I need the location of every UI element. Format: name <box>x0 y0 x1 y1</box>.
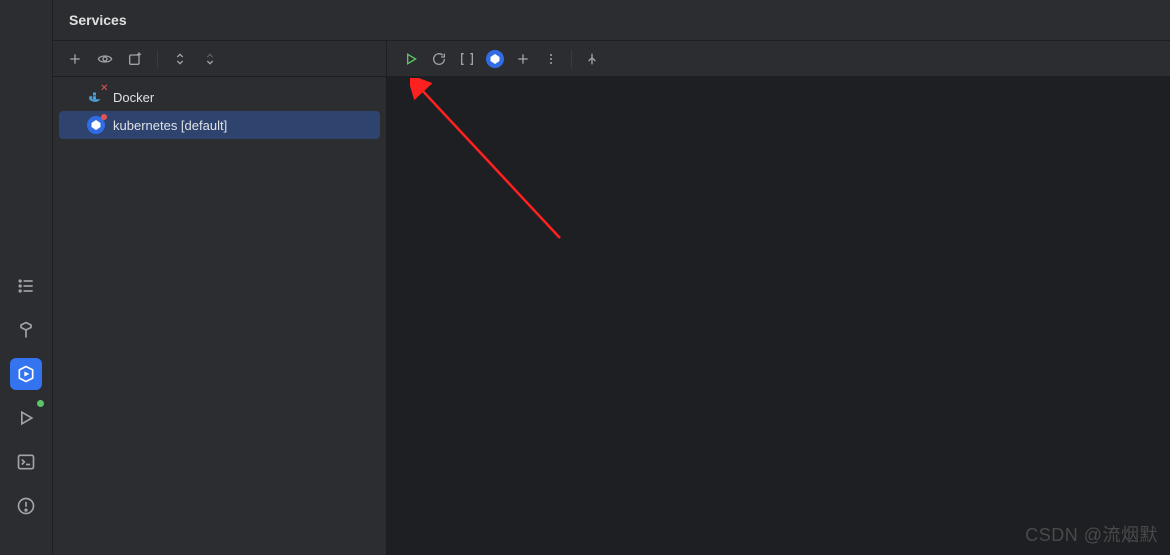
add-service-button[interactable] <box>63 47 87 71</box>
tree-item-label: Docker <box>113 90 154 105</box>
docker-icon: ✕ <box>87 88 105 106</box>
panel-title: Services <box>69 12 127 28</box>
problems-icon[interactable] <box>10 490 42 522</box>
run-status-dot <box>37 400 44 407</box>
toolbar-separator <box>157 50 158 68</box>
build-icon[interactable] <box>10 314 42 346</box>
panel-body: ✕ Docker kubernetes [default] <box>53 40 1170 555</box>
main-panel: Services <box>52 0 1170 555</box>
toolbar-separator <box>571 50 572 68</box>
more-options-button[interactable] <box>539 47 563 71</box>
disconnected-badge: ✕ <box>100 85 108 93</box>
tree-list: ✕ Docker kubernetes [default] <box>53 77 386 145</box>
status-badge <box>101 114 107 120</box>
expand-collapse-button[interactable] <box>168 47 192 71</box>
tree-panel: ✕ Docker kubernetes [default] <box>53 41 387 555</box>
todo-icon[interactable] <box>10 270 42 302</box>
port-forward-button[interactable] <box>580 47 604 71</box>
kubernetes-icon <box>87 116 105 134</box>
context-button[interactable] <box>483 47 507 71</box>
kubernetes-context-icon <box>486 50 504 68</box>
new-session-button[interactable] <box>123 47 147 71</box>
tree-toolbar <box>53 41 386 77</box>
left-tool-rail <box>0 0 52 555</box>
connect-button[interactable] <box>399 47 423 71</box>
terminal-icon[interactable] <box>10 446 42 478</box>
detail-panel <box>387 41 1170 555</box>
add-button[interactable] <box>511 47 535 71</box>
show-hidden-button[interactable] <box>93 47 117 71</box>
namespace-button[interactable] <box>455 47 479 71</box>
run-icon[interactable] <box>10 402 42 434</box>
services-icon[interactable] <box>10 358 42 390</box>
tree-item-docker[interactable]: ✕ Docker <box>59 83 380 111</box>
close-button[interactable] <box>198 47 222 71</box>
tree-item-label: kubernetes [default] <box>113 118 227 133</box>
tree-item-kubernetes[interactable]: kubernetes [default] <box>59 111 380 139</box>
detail-toolbar <box>387 41 1170 77</box>
panel-header: Services <box>53 0 1170 40</box>
refresh-button[interactable] <box>427 47 451 71</box>
